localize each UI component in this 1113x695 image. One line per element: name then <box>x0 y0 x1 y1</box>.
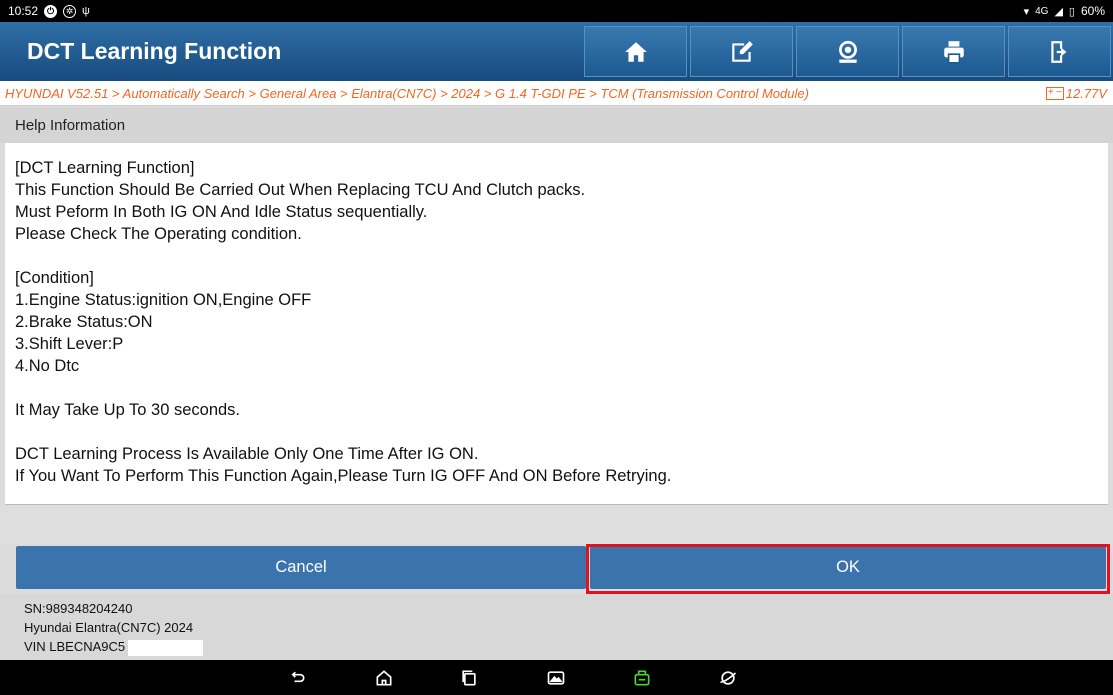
status-bar: 10:52 ⏻ ✲ ψ ▾ 4G ◢ ▯ 60% <box>0 0 1113 22</box>
system-nav-bar <box>0 660 1113 695</box>
vin-redaction <box>128 639 204 656</box>
battery-icon: ▯ <box>1068 5 1075 18</box>
network-type: 4G <box>1035 5 1049 17</box>
battery-percent: 60% <box>1080 4 1105 18</box>
help-line: 2.Brake Status:ON <box>15 313 153 331</box>
exit-icon <box>1050 40 1066 63</box>
ok-highlight-box <box>586 544 1110 594</box>
help-line: If You Want To Perform This Function Aga… <box>15 467 672 485</box>
signal-icon: ◢ <box>1054 5 1063 18</box>
report-button[interactable] <box>690 26 793 77</box>
vci-icon[interactable] <box>632 668 652 688</box>
usb-icon: ψ <box>82 5 90 17</box>
help-line: Please Check The Operating condition. <box>15 225 302 243</box>
help-line: Must Peform In Both IG ON And Idle Statu… <box>15 203 428 221</box>
browser-icon[interactable] <box>718 668 738 688</box>
car-battery-icon: + − <box>1045 86 1064 100</box>
vin-row: VIN LBECNA9C5 <box>24 637 1113 656</box>
exit-button[interactable] <box>1008 26 1111 77</box>
spacer <box>0 506 1113 544</box>
vehicle-info: Hyundai Elantra(CN7C) 2024 <box>24 620 194 635</box>
print-button[interactable] <box>902 26 1005 77</box>
serial-number: SN:989348204240 <box>24 601 133 616</box>
remote-support-button[interactable] <box>796 26 899 77</box>
remote-support-icon <box>838 40 857 63</box>
settings-notification-icon: ✲ <box>63 4 77 18</box>
home-button[interactable] <box>584 26 687 77</box>
recent-apps-icon[interactable] <box>459 668 479 688</box>
back-icon[interactable] <box>287 668 307 688</box>
device-info: SN:989348204240 Hyundai Elantra(CN7C) 20… <box>0 594 1113 660</box>
breadcrumb: HYUNDAI V52.51 > Automatically Search > … <box>5 85 809 101</box>
section-header: Help Information <box>0 107 1113 143</box>
app-notification-icon: ⏻ <box>44 4 58 18</box>
home-nav-icon[interactable] <box>374 668 394 688</box>
help-line: 3.Shift Lever:P <box>15 335 124 353</box>
voltage-indicator: + − 12.77V <box>1045 85 1107 101</box>
help-text-panel: [DCT Learning Function] This Function Sh… <box>5 143 1108 505</box>
vin-number: VIN LBECNA9C5 <box>24 639 126 654</box>
wifi-icon: ▾ <box>1023 5 1030 18</box>
page-title: DCT Learning Function <box>27 38 282 64</box>
help-line: DCT Learning Process Is Available Only O… <box>15 445 479 463</box>
edit-report-icon <box>731 40 753 62</box>
cancel-button[interactable]: Cancel <box>16 546 586 589</box>
help-line: 4.No Dtc <box>15 357 80 375</box>
toolbar <box>584 22 1113 81</box>
help-line: [Condition] <box>15 269 94 287</box>
voltage-value: 12.77V <box>1065 85 1107 101</box>
breadcrumb-bar: HYUNDAI V52.51 > Automatically Search > … <box>0 81 1113 106</box>
title-bar: DCT Learning Function <box>0 22 1113 81</box>
action-buttons: Cancel OK <box>0 544 1113 594</box>
help-line: It May Take Up To 30 seconds. <box>15 401 241 419</box>
clock: 10:52 <box>8 4 39 18</box>
print-icon <box>943 40 964 64</box>
screenshot-icon[interactable] <box>546 668 566 688</box>
help-line: 1.Engine Status:ignition ON,Engine OFF <box>15 291 312 309</box>
help-line: This Function Should Be Carried Out When… <box>15 181 586 199</box>
help-line: [DCT Learning Function] <box>15 159 195 177</box>
home-icon <box>624 41 647 62</box>
